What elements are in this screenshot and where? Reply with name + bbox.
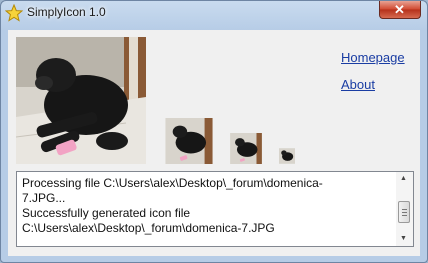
close-icon: ✕: [394, 2, 405, 17]
large-preview-image: [16, 37, 146, 164]
grip-line: [402, 215, 407, 216]
log-output[interactable]: Processing file C:\Users\alex\Desktop\_f…: [16, 171, 414, 247]
scroll-down-icon[interactable]: ▼: [400, 235, 407, 242]
window-title: SimplyIcon 1.0: [27, 5, 106, 19]
app-window: SimplyIcon 1.0 ✕ Homepage About Processi…: [0, 0, 428, 263]
scroll-thumb[interactable]: [398, 201, 410, 223]
star-icon: [5, 4, 23, 22]
title-bar[interactable]: SimplyIcon 1.0 ✕: [1, 1, 427, 25]
close-button[interactable]: ✕: [379, 1, 421, 19]
vertical-scrollbar[interactable]: ▲ ▼: [396, 172, 413, 246]
grip-line: [402, 209, 407, 210]
grip-line: [402, 212, 407, 213]
preview-32-image: [230, 133, 262, 164]
about-link[interactable]: About: [341, 77, 375, 92]
main-panel: Homepage About Processing file C:\Users\…: [8, 30, 420, 256]
scroll-up-icon[interactable]: ▲: [400, 175, 407, 182]
log-text: Processing file C:\Users\alex\Desktop\_f…: [22, 176, 323, 235]
preview-16-image: [279, 148, 295, 164]
preview-48-image: [165, 118, 213, 164]
homepage-link[interactable]: Homepage: [341, 50, 405, 65]
